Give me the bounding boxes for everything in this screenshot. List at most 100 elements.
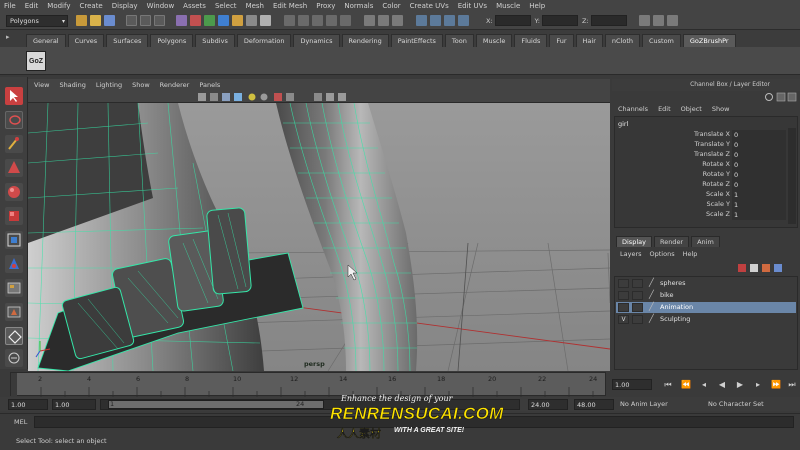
toggle-channelbox-icon[interactable] [666, 15, 678, 26]
play-backwards-icon[interactable]: ◀ [716, 379, 728, 390]
menu-muscle[interactable]: Muscle [496, 2, 520, 10]
attribute-row[interactable]: Rotate Z 0 [614, 180, 786, 190]
cb-menu-object[interactable]: Object [681, 105, 702, 113]
step-back-key-icon[interactable]: ◂ [698, 379, 710, 390]
layout-single-icon[interactable] [5, 279, 23, 297]
shelf-tab-dynamics[interactable]: Dynamics [293, 34, 340, 47]
layer-color-swatch-icon[interactable]: ╱ [649, 302, 654, 311]
outliner-layout-icon[interactable] [5, 349, 23, 367]
panel-menu-panels[interactable]: Panels [199, 81, 220, 89]
cb-menu-channels[interactable]: Channels [618, 105, 648, 113]
attribute-value[interactable]: 0 [732, 170, 786, 180]
attribute-value[interactable]: 0 [732, 150, 786, 160]
tab-anim[interactable]: Anim [691, 236, 720, 247]
character-set-selector[interactable]: No Character Set [708, 400, 764, 408]
step-forward-icon[interactable]: ⏩ [770, 379, 782, 390]
shelf-tab-ncloth[interactable]: nCloth [604, 34, 640, 47]
menu-create-uvs[interactable]: Create UVs [410, 2, 449, 10]
shelf-menu-icon[interactable]: ▸ [6, 33, 20, 45]
menu-set-select[interactable]: Polygons ▾ [6, 14, 68, 27]
attribute-value[interactable]: 1 [732, 200, 786, 210]
panel-menu-show[interactable]: Show [132, 81, 150, 89]
shelf-tab-polygons[interactable]: Polygons [150, 34, 194, 47]
menu-display[interactable]: Display [112, 2, 138, 10]
attribute-row[interactable]: Scale X 1 [614, 190, 786, 200]
mask-handle-icon[interactable] [176, 15, 187, 26]
z-field[interactable] [590, 15, 627, 26]
playback-start-field[interactable]: 1.00 [52, 399, 96, 410]
anim-layer-selector[interactable]: No Anim Layer [620, 400, 668, 408]
toggle-sidebar-icon[interactable] [638, 15, 650, 26]
goz-button[interactable]: GoZ [26, 51, 46, 71]
toggle-toolsettings-icon[interactable] [652, 15, 664, 26]
menu-edit[interactable]: Edit [25, 2, 39, 10]
attribute-row[interactable]: Rotate Y 0 [614, 170, 786, 180]
playback-end-field[interactable]: 24.00 [528, 399, 568, 410]
rotate-tool-icon[interactable] [5, 183, 23, 201]
time-slider[interactable] [10, 372, 606, 397]
current-time-field[interactable]: 1.00 [612, 379, 652, 390]
layer-visibility-toggle[interactable] [618, 279, 629, 288]
layer-visibility-toggle[interactable] [618, 291, 629, 300]
mel-label[interactable]: MEL [14, 418, 27, 426]
mask-render-icon[interactable] [260, 15, 271, 26]
paint-select-tool-icon[interactable] [5, 135, 23, 153]
layer-row[interactable]: ╱ Animation [616, 302, 796, 313]
menu-proxy[interactable]: Proxy [316, 2, 335, 10]
step-forward-key-icon[interactable]: ▸ [752, 379, 764, 390]
move-tool-icon[interactable] [5, 159, 23, 177]
lasso-tool-icon[interactable] [5, 111, 23, 129]
menu-file[interactable]: File [4, 2, 16, 10]
mask-dynamic-icon[interactable] [246, 15, 257, 26]
shelf-tab-toon[interactable]: Toon [444, 34, 474, 47]
shelf-tab-gozbrush[interactable]: GoZBrushPr [682, 34, 736, 47]
mask-curve-icon[interactable] [204, 15, 215, 26]
attribute-row[interactable]: Translate Z 0 [614, 150, 786, 160]
open-scene-icon[interactable] [90, 15, 101, 26]
render-view-icon[interactable] [416, 15, 427, 26]
shelf-tab-deformation[interactable]: Deformation [236, 34, 292, 47]
attribute-value[interactable]: 1 [732, 190, 786, 200]
layer-color-swatch-icon[interactable]: ╱ [649, 314, 654, 323]
history-icon[interactable] [392, 15, 403, 26]
scale-tool-icon[interactable] [5, 207, 23, 225]
mask-joint-icon[interactable] [190, 15, 201, 26]
shelf-tab-subdivs[interactable]: Subdivs [195, 34, 235, 47]
mask-surface-icon[interactable] [218, 15, 229, 26]
ipr-render-icon[interactable] [444, 15, 455, 26]
cb-menu-edit[interactable]: Edit [658, 105, 671, 113]
layer-playback-toggle[interactable] [632, 303, 643, 312]
shelf-tab-curves[interactable]: Curves [67, 34, 105, 47]
make-live-icon[interactable] [340, 15, 351, 26]
menu-edit-uvs[interactable]: Edit UVs [458, 2, 487, 10]
go-to-end-icon[interactable]: ⏭ [786, 379, 798, 390]
layer-playback-toggle[interactable] [632, 279, 643, 288]
menu-assets[interactable]: Assets [183, 2, 206, 10]
attribute-value[interactable]: 0 [732, 130, 786, 140]
layer-visibility-toggle[interactable] [618, 303, 629, 312]
shelf-tab-hair[interactable]: Hair [575, 34, 603, 47]
go-to-start-icon[interactable]: ⏮ [662, 379, 674, 390]
mask-deform-icon[interactable] [232, 15, 243, 26]
range-slider-handle[interactable] [108, 400, 324, 409]
layer-playback-toggle[interactable] [632, 315, 643, 324]
shelf-tab-rendering[interactable]: Rendering [341, 34, 389, 47]
menu-create[interactable]: Create [79, 2, 102, 10]
save-scene-icon[interactable] [104, 15, 115, 26]
shelf-tab-surfaces[interactable]: Surfaces [106, 34, 149, 47]
tab-display[interactable]: Display [616, 236, 652, 247]
render-frame-icon[interactable] [430, 15, 441, 26]
attribute-value[interactable]: 0 [732, 180, 786, 190]
shelf-tab-fur[interactable]: Fur [549, 34, 574, 47]
input-ops-icon[interactable] [364, 15, 375, 26]
panel-menu-lighting[interactable]: Lighting [96, 81, 122, 89]
select-component-icon[interactable] [154, 15, 165, 26]
layer-color-swatch-icon[interactable]: ╱ [649, 290, 654, 299]
snap-plane-icon[interactable] [326, 15, 337, 26]
menu-modify[interactable]: Modify [47, 2, 70, 10]
snap-grid-icon[interactable] [284, 15, 295, 26]
layer-row[interactable]: ╱ bike [616, 290, 796, 301]
menu-mesh[interactable]: Mesh [246, 2, 264, 10]
channel-box-scrollbar[interactable] [788, 128, 796, 224]
shelf-tab-painteffects[interactable]: PaintEffects [390, 34, 443, 47]
